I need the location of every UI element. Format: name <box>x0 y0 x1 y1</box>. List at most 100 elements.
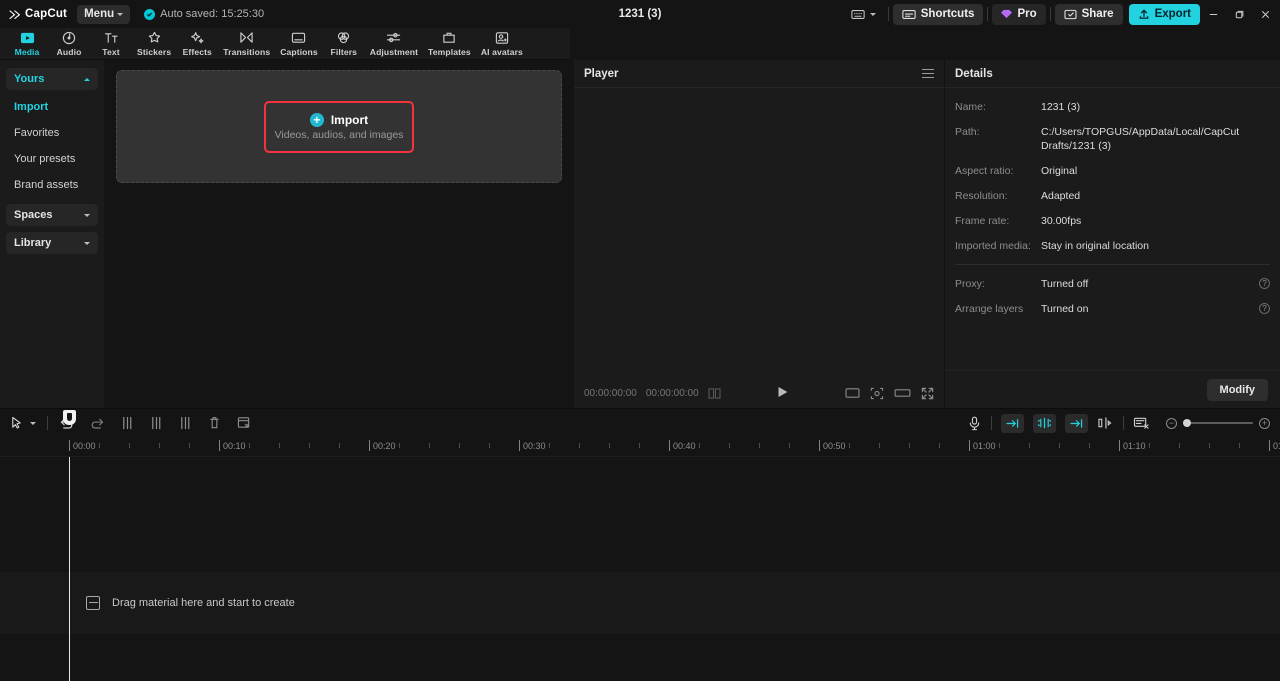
ruler-label: 01:00 <box>973 441 996 451</box>
ruler-label: 00:00 <box>73 441 96 451</box>
sidebar-group-label: Spaces <box>14 209 53 221</box>
tab-captions[interactable]: Captions <box>275 28 323 60</box>
grid-view-icon[interactable] <box>708 387 721 399</box>
player-stage[interactable] <box>574 88 944 378</box>
auto-fit-icon[interactable] <box>1001 413 1024 433</box>
zoom-out-icon[interactable]: − <box>1166 417 1177 429</box>
timeline-panel: − + 00:00 00:10 00:20 00:30 00:40 00:50 <box>0 408 1280 681</box>
detail-key: Frame rate: <box>955 215 1010 227</box>
shortcuts-button[interactable]: Shortcuts <box>892 3 984 25</box>
sidebar-item-favorites[interactable]: Favorites <box>6 120 98 146</box>
snap-icon[interactable] <box>1097 416 1113 430</box>
timeline-toolbar: − + <box>0 408 1280 437</box>
tab-filters[interactable]: Filters <box>323 28 365 60</box>
details-header: Details <box>945 60 1280 88</box>
keyframe-icon[interactable] <box>1133 416 1150 430</box>
keyboard-layout-selector[interactable] <box>843 9 884 20</box>
share-button[interactable]: Share <box>1054 3 1123 25</box>
link-clip-icon[interactable] <box>1065 413 1088 433</box>
sidebar-group-library[interactable]: Library <box>6 232 98 254</box>
minimize-button[interactable] <box>1200 0 1226 28</box>
maximize-button[interactable] <box>1226 0 1252 28</box>
record-voiceover-icon[interactable] <box>968 416 981 431</box>
detail-key: Path: <box>955 126 980 138</box>
player-view-tools <box>845 387 934 400</box>
fullscreen-icon[interactable] <box>921 387 934 400</box>
media-dropzone[interactable]: + Import Videos, audios, and images <box>116 70 562 183</box>
sidebar-group-yours[interactable]: Yours <box>6 68 98 90</box>
split-right-icon[interactable] <box>179 416 192 430</box>
sidebar-item-brand-assets[interactable]: Brand assets <box>6 172 98 198</box>
split-left-icon[interactable] <box>121 416 134 430</box>
detail-row-proxy: Proxy: Turned off ? <box>955 277 1270 291</box>
select-tool-icon[interactable] <box>10 416 23 430</box>
sidebar-item-import[interactable]: Import <box>6 94 98 120</box>
crop-icon[interactable] <box>870 387 884 400</box>
module-tabbar: Media Audio Text Stickers Effects Transi… <box>0 28 570 60</box>
tab-label: Effects <box>182 46 212 57</box>
tab-label: Templates <box>428 46 471 57</box>
current-time: 00:00:00:00 <box>584 387 637 399</box>
tab-label: Audio <box>56 46 82 57</box>
ruler-label: 00:10 <box>223 441 246 451</box>
tab-templates[interactable]: Templates <box>423 28 476 60</box>
total-time: 00:00:00:00 <box>645 387 699 399</box>
clear-icon[interactable] <box>237 416 251 430</box>
tab-label: Media <box>14 46 40 57</box>
detail-row-name: Name: 1231 (3) <box>955 100 1270 114</box>
detail-value: Turned on <box>1041 303 1089 315</box>
brand-label: CapCut <box>25 8 68 20</box>
help-icon[interactable]: ? <box>1259 278 1270 289</box>
zoom-knob[interactable] <box>1183 419 1191 427</box>
magic-tools-icon[interactable] <box>1033 413 1056 433</box>
tab-audio[interactable]: Audio <box>48 28 90 60</box>
tab-label: AI avatars <box>480 46 523 57</box>
timeline-tracks[interactable]: Drag material here and start to create <box>0 457 1280 681</box>
tab-adjustment[interactable]: Adjustment <box>365 28 423 60</box>
close-button[interactable] <box>1252 0 1278 28</box>
zoom-in-icon[interactable]: + <box>1259 417 1270 429</box>
zoom-track[interactable] <box>1183 419 1253 427</box>
import-subtitle: Videos, audios, and images <box>274 128 404 141</box>
wide-ratio-icon[interactable] <box>894 387 911 399</box>
pro-button[interactable]: Pro <box>992 3 1046 25</box>
redo-icon[interactable] <box>90 416 105 430</box>
export-label: Export <box>1154 8 1191 20</box>
export-button[interactable]: Export <box>1128 3 1200 25</box>
tab-text[interactable]: Text <box>90 28 132 60</box>
export-icon <box>1138 8 1150 20</box>
playbar-center <box>730 378 836 408</box>
shortcuts-icon <box>902 9 916 20</box>
playhead-handle[interactable] <box>63 410 76 425</box>
templates-icon <box>442 31 456 46</box>
tab-transitions[interactable]: Transitions <box>218 28 275 60</box>
split-icon[interactable] <box>150 416 163 430</box>
select-tool-dropdown-icon[interactable] <box>30 421 36 425</box>
import-button[interactable]: + Import Videos, audios, and images <box>264 100 414 153</box>
titlebar-actions: Shortcuts Pro Share Export <box>843 0 1280 28</box>
help-icon[interactable]: ? <box>1259 303 1270 314</box>
timeline-ruler[interactable]: 00:00 00:10 00:20 00:30 00:40 00:50 01:0… <box>0 437 1280 457</box>
ratio-icon[interactable] <box>845 387 860 399</box>
sidebar-item-label: Favorites <box>14 127 60 139</box>
capcut-logo-icon <box>8 9 21 20</box>
tab-effects[interactable]: Effects <box>176 28 218 60</box>
tab-ai-avatars[interactable]: AI avatars <box>476 28 528 60</box>
tab-media[interactable]: Media <box>6 28 48 60</box>
modify-button[interactable]: Modify <box>1206 378 1268 401</box>
menu-button[interactable]: Menu <box>77 4 131 24</box>
ruler-label: 01:20 <box>1273 441 1280 451</box>
ruler-label: 00:40 <box>673 441 696 451</box>
play-button[interactable] <box>778 387 788 397</box>
import-label: Import <box>330 112 369 127</box>
ruler-label: 00:30 <box>523 441 546 451</box>
divider <box>1123 416 1124 430</box>
timeline-zoom-slider[interactable]: − + <box>1166 417 1270 429</box>
sidebar-group-spaces[interactable]: Spaces <box>6 204 98 226</box>
player-menu-icon[interactable] <box>922 68 934 79</box>
sidebar-item-your-presets[interactable]: Your presets <box>6 146 98 172</box>
ruler-label: 01:10 <box>1123 441 1146 451</box>
delete-icon[interactable] <box>208 416 221 430</box>
tab-stickers[interactable]: Stickers <box>132 28 176 60</box>
timeline-drop-hint[interactable]: Drag material here and start to create <box>0 572 1280 634</box>
